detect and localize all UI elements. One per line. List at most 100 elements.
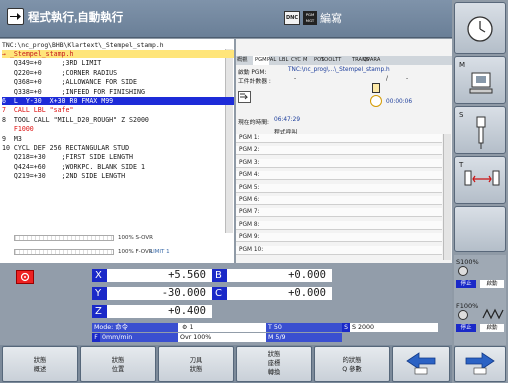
status-tabs: 概觀 PGM PAL LBL CYC M POS TOOL TT TRANS QPARA (236, 56, 452, 65)
program-line[interactable]: Q219=+30 ;2ND SIDE LENGTH (2, 172, 234, 180)
arrow-left-icon (406, 352, 436, 375)
softkey[interactable]: 狀態 位置 (80, 346, 156, 382)
edit-mode-label[interactable]: 編寫 (320, 10, 342, 26)
softkey[interactable]: 刀具 狀態 (158, 346, 234, 382)
empty-right-button[interactable] (454, 206, 506, 252)
axis-b-value: +0.000 (227, 269, 332, 282)
active-pgm-value: TNC:\nc_prog\...\_Stempel_stamp.h (288, 67, 390, 73)
page-title: 程式執行,自動執行 (28, 12, 124, 24)
status-tab[interactable]: QPARA (363, 56, 380, 65)
spindle-status-value: 1 (189, 324, 194, 331)
feed-stop-label[interactable]: 停止 (456, 324, 476, 332)
status-panel: 概觀 PGM PAL LBL CYC M POS TOOL TT TRANS QPARA 啟動 PG… (236, 39, 452, 263)
axis-z-label: Z (92, 305, 107, 318)
softkey[interactable]: 的狀態 Q 參數 (314, 346, 390, 382)
workpiece-count-label: 工件計數器 : (238, 79, 271, 85)
status-tab[interactable]: LBL (279, 56, 288, 65)
program-call-row: PGM 3: (236, 158, 442, 168)
m-label: M (459, 61, 466, 69)
spindle-icon-small: ⚙ (182, 324, 188, 331)
program-call-row: PGM 1: (236, 134, 442, 143)
s-ovr-bar (14, 235, 114, 241)
s-ovr-label: 100% S-OVR (118, 235, 153, 241)
feed-status: 0mm/min (100, 333, 178, 342)
f-override-knob-icon[interactable] (458, 310, 468, 320)
pgm-mgt-button[interactable]: PGM MGT (303, 11, 317, 25)
s-override-value: S100% (456, 258, 479, 266)
axis-c-value: +0.000 (227, 287, 332, 300)
current-time-label: 現在的時間: (238, 120, 269, 126)
program-line[interactable]: F1000 (2, 125, 234, 133)
program-call-row: PGM 2: (236, 146, 442, 156)
dnc-button[interactable]: DNC (284, 11, 300, 25)
tool-button[interactable]: T (454, 156, 506, 204)
axis-y-label: Y (92, 287, 107, 300)
program-line[interactable]: 6 L Y-30 X+30 R0 FMAX M99 (2, 97, 234, 105)
program-line[interactable]: 10 CYCL DEF 256 RECTANGULAR STUD (2, 144, 234, 152)
program-icon (238, 91, 251, 103)
program-call-row: PGM 8: (236, 220, 442, 230)
softkey-label: 轉換 (267, 369, 281, 376)
f-override-value: F100% (456, 302, 479, 310)
program-call-list: PGM 1: PGM 2: PGM 3: PGM 4: PGM 5: PGM 6: PGM … (236, 134, 442, 260)
feed-start-label[interactable]: 啟動 (480, 324, 504, 332)
softkey[interactable]: 狀態 座標 轉換 (236, 346, 312, 382)
active-pgm-label: 啟動 PGM: (238, 70, 267, 76)
axis-z-value: +0.400 (107, 305, 212, 318)
softkey-label: 狀態 (33, 357, 47, 364)
softkey[interactable]: 狀態 概述 (2, 346, 78, 382)
program-line[interactable]: 7 CALL LBL "safe" (2, 106, 234, 114)
spindle-stop-label[interactable]: 停止 (456, 280, 476, 288)
clock-icon (467, 16, 493, 42)
spindle-status: ⚙ 1 (178, 323, 266, 332)
program-line[interactable]: → _Stempel_stamp.h (2, 50, 234, 58)
workpiece-count-total: - (406, 76, 409, 82)
program-call-row: PGM 4: (236, 171, 442, 181)
program-call-row: PGM 5: (236, 183, 442, 193)
softkey-label: 狀態 (267, 351, 281, 358)
limit-label: LIMIT 1 (150, 249, 170, 255)
axis-y-value: -30.000 (107, 287, 212, 300)
override-status: Ovr 100% (178, 333, 266, 342)
f-ovr-bar (14, 249, 114, 255)
program-line[interactable]: Q368=+0 ;ALLOWANCE FOR SIDE (2, 78, 234, 86)
status-tab[interactable]: TT (335, 56, 341, 65)
current-time-value: 06:47:29 (274, 117, 301, 123)
softkey-page-back[interactable] (392, 346, 450, 382)
softkey-label: 位置 (111, 366, 125, 373)
program-call-row: PGM 6: (236, 196, 442, 205)
axis-c-label: C (212, 287, 227, 300)
program-call-row: PGM 10: (236, 245, 442, 255)
m-function-status: M 5/9 (266, 333, 342, 342)
m-function-button[interactable]: M (454, 56, 506, 104)
program-line[interactable]: Q338=+0 ;INFEED FOR FINISHING (2, 88, 234, 96)
program-call-row: PGM 9: (236, 233, 442, 243)
alarm-indicator-icon[interactable] (16, 270, 34, 284)
timer-value: 00:00:06 (386, 99, 413, 105)
status-tab[interactable]: TOOL (321, 56, 335, 65)
softkey-page-forward[interactable] (454, 346, 506, 382)
program-line[interactable]: Q220=+0 ;CORNER RADIUS (2, 69, 234, 77)
program-line[interactable]: Q424=+60 ;WORKPC. BLANK SIDE 1 (2, 163, 234, 171)
clock-button[interactable] (454, 2, 506, 54)
status-scrollbar[interactable] (443, 134, 451, 260)
spindle-start-label[interactable]: 啟動 (480, 280, 504, 288)
program-line[interactable]: Q349=+0 ;3RD LIMIT (2, 59, 234, 67)
machine-icon (469, 72, 493, 94)
feed-badge-icon: F (92, 333, 100, 342)
axis-b-label: B (212, 269, 227, 282)
program-line[interactable]: Q218=+30 ;FIRST SIDE LENGTH (2, 153, 234, 161)
spindle-button[interactable]: S (454, 106, 506, 154)
speed-badge-icon: S (342, 323, 350, 332)
status-tab[interactable]: M (303, 56, 307, 65)
softkey-label: 狀態 (189, 366, 203, 373)
arrow-right-icon (465, 352, 495, 375)
axis-x-label: X (92, 269, 107, 282)
s-override-knob-icon[interactable] (458, 266, 468, 276)
s-label: S (459, 111, 464, 119)
status-tab[interactable]: CYC (291, 56, 301, 65)
status-tab[interactable]: PAL (267, 56, 276, 65)
program-line[interactable]: 8 TOOL CALL "MILL_D20_ROUGH" Z S2000 (2, 116, 234, 124)
status-tab[interactable]: 概觀 (237, 56, 247, 65)
program-line[interactable]: 9 M3 (2, 135, 234, 143)
